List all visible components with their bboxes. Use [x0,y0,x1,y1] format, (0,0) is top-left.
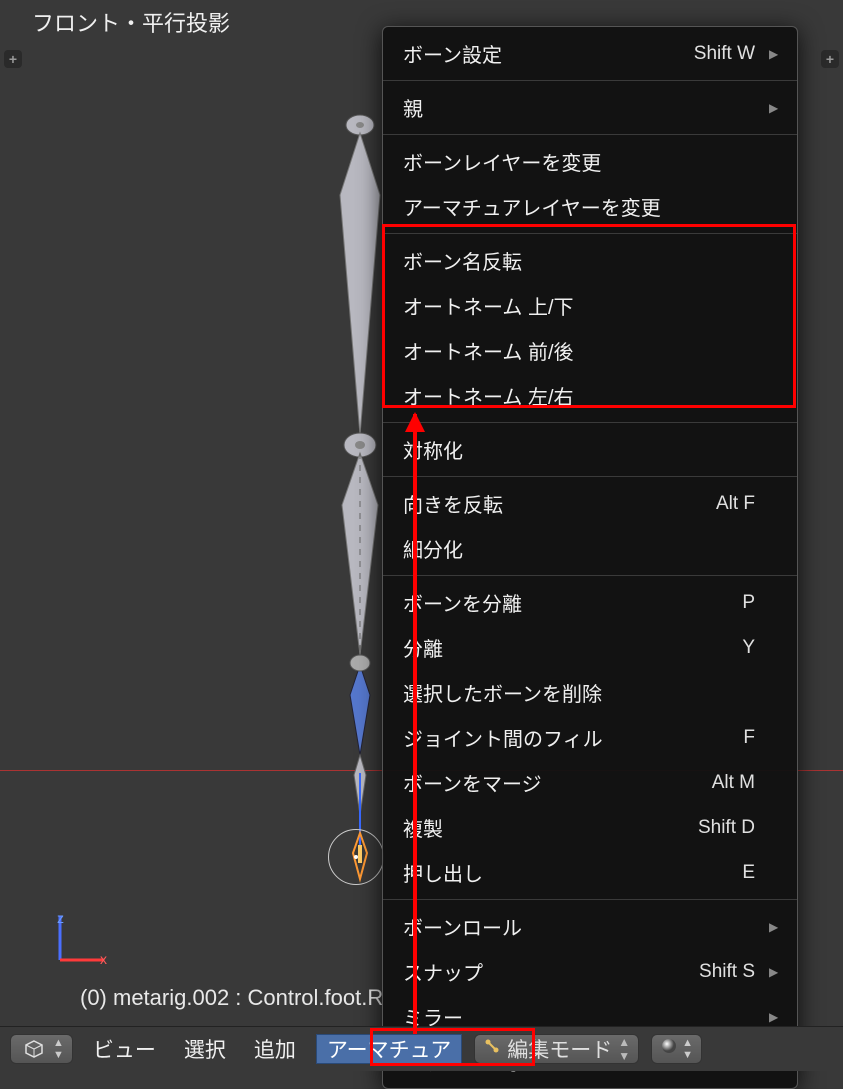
menu-view[interactable]: ビュー [85,1030,164,1068]
menu-separator [383,899,797,900]
menu-separator [383,575,797,576]
menu-item[interactable]: ボーンロール ▶ [383,904,797,949]
menu-item[interactable]: ボーンをマージ Alt M [383,760,797,805]
panel-expand-right[interactable]: + [821,50,839,68]
menu-item-label: ジョイント間のフィル [403,723,733,752]
updown-icon: ▲▼ [53,1037,64,1061]
menu-item-label: 対称化 [403,435,755,464]
menu-item[interactable]: ボーンレイヤーを変更 [383,139,797,184]
menu-item-shortcut: Shift D [698,817,755,839]
sphere-icon [660,1037,678,1061]
menu-item[interactable]: ボーン名反転 [383,238,797,283]
chevron-right-icon: ▶ [769,965,777,979]
armature-icon [483,1037,501,1061]
annotation-arrow [413,414,417,1034]
menu-item[interactable]: 向きを反転 Alt F [383,481,797,526]
menu-item-label: 選択したボーンを削除 [403,678,755,707]
menu-item-shortcut: Alt M [712,772,755,794]
menu-item[interactable]: ボーンを分離 P [383,580,797,625]
editor-type-selector[interactable]: ▲▼ [10,1034,73,1064]
armature-context-menu: ボーン設定Shift W▶親▶ボーンレイヤーを変更アーマチュアレイヤーを変更ボー… [382,26,798,1089]
menu-item-label: 親 [403,93,755,122]
menu-item[interactable]: オートネーム 上/下 [383,283,797,328]
menu-item-shortcut: Shift S [699,961,755,983]
view-projection-label: フロント・平行投影 [32,6,230,38]
chevron-right-icon: ▶ [769,47,777,61]
menu-armature[interactable]: アーマチュア [316,1034,462,1064]
menu-item-label: オートネーム 上/下 [403,291,755,320]
menu-item[interactable]: 親▶ [383,85,797,130]
shading-selector[interactable]: ▲▼ [651,1034,702,1064]
menu-item-shortcut: Y [742,637,755,659]
menu-item[interactable]: 細分化 [383,526,797,571]
menu-item[interactable]: ボーン設定 Shift W ▶ [383,31,797,76]
menu-select[interactable]: 選択 [176,1030,234,1068]
axis-z-label: z [57,910,64,926]
menu-item-label: ボーンを分離 [403,588,732,617]
menu-item[interactable]: 分離 Y [383,625,797,670]
menu-separator [383,476,797,477]
axis-x-label: x [100,951,107,967]
menu-item[interactable]: 複製 Shift D [383,805,797,850]
menu-item[interactable]: 押し出し E [383,850,797,895]
panel-expand-left[interactable]: + [4,50,22,68]
menu-item-label: ボーン設定 [403,39,684,68]
mode-selector[interactable]: 編集モード ▲▼ [474,1034,639,1064]
menu-item[interactable]: ジョイント間のフィル F [383,715,797,760]
active-object-label: (0) metarig.002 : Control.foot.R [80,985,383,1011]
menu-add[interactable]: 追加 [246,1030,304,1068]
menu-item-shortcut: F [743,727,755,749]
menu-item-shortcut: E [742,862,755,884]
menu-item-label: オートネーム 左/右 [403,381,755,410]
menu-item-label: スナップ [403,957,689,986]
menu-item-label: 分離 [403,633,732,662]
cube-icon [19,1035,49,1063]
menu-item-label: アーマチュアレイヤーを変更 [403,192,755,221]
menu-item-shortcut: Shift W [694,43,755,65]
chevron-right-icon: ▶ [769,101,777,115]
chevron-right-icon: ▶ [769,920,777,934]
viewport-header: ▲▼ ビュー 選択 追加 アーマチュア 編集モード ▲▼ ▲▼ [0,1026,843,1071]
updown-icon: ▲▼ [682,1037,693,1061]
menu-item[interactable]: アーマチュアレイヤーを変更 [383,184,797,229]
cursor-3d [328,829,384,885]
menu-item-label: 押し出し [403,858,732,887]
menu-separator [383,134,797,135]
menu-item-label: ボーンをマージ [403,768,702,797]
menu-item[interactable]: スナップ Shift S ▶ [383,949,797,994]
menu-separator [383,80,797,81]
menu-separator [383,422,797,423]
updown-icon: ▲▼ [618,1035,630,1063]
menu-item-shortcut: P [742,592,755,614]
menu-item-label: ボーンレイヤーを変更 [403,147,755,176]
menu-item-shortcut: Alt F [716,493,755,515]
menu-item-label: ボーン名反転 [403,246,755,275]
menu-item[interactable]: 対称化 [383,427,797,472]
chevron-right-icon: ▶ [769,1010,777,1024]
menu-item-label: オートネーム 前/後 [403,336,755,365]
menu-item-label: 細分化 [403,534,755,563]
menu-item[interactable]: 選択したボーンを削除 [383,670,797,715]
menu-item[interactable]: オートネーム 左/右 [383,373,797,418]
menu-item-label: 向きを反転 [403,489,706,518]
menu-item-label: 複製 [403,813,688,842]
menu-item-label: ボーンロール [403,912,755,941]
menu-item[interactable]: オートネーム 前/後 [383,328,797,373]
mode-label: 編集モード [507,1034,612,1064]
menu-separator [383,233,797,234]
